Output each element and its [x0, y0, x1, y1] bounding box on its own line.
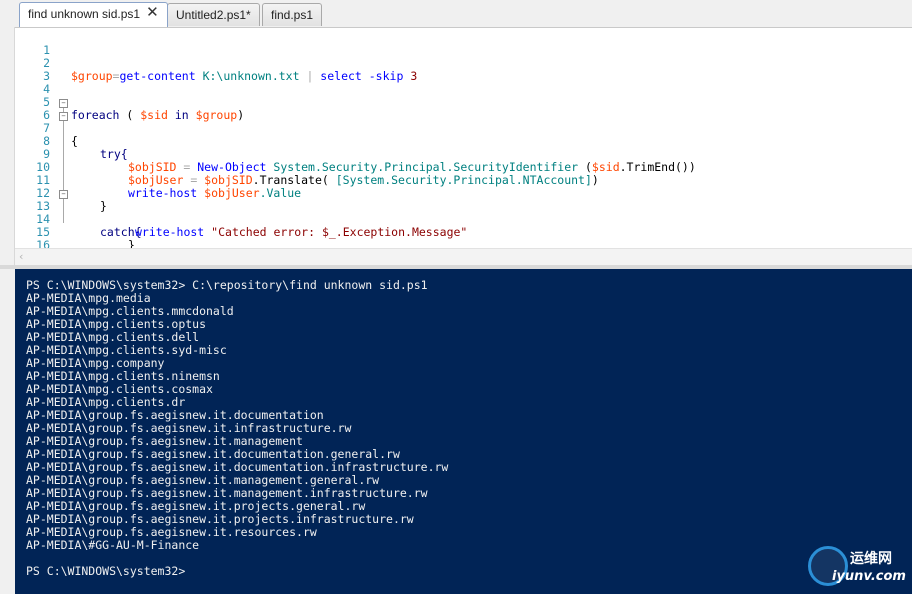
fold-guide — [63, 106, 64, 223]
code-line-17: 17 — [15, 239, 43, 248]
console-left-margin — [0, 269, 16, 594]
code-line-5: 5 foreach ( $sid in $group) — [15, 83, 244, 122]
tab-label: Untitled2.ps1* — [176, 8, 251, 22]
console-line: AP-MEDIA\#GG-AU-M-Finance — [26, 538, 200, 552]
code-line-12: 12 } — [15, 174, 107, 213]
code-line-8: 8 — [15, 122, 50, 148]
console-pane[interactable]: PS C:\WINDOWS\system32> C:\repository\fi… — [15, 269, 912, 594]
console-prompt[interactable]: PS C:\WINDOWS\system32> — [26, 565, 185, 578]
code-line-13: 13 − catch{ — [15, 187, 142, 239]
watermark-top-text: 运维网 — [850, 551, 892, 567]
collapse-icon[interactable]: − — [59, 112, 68, 121]
tab-find[interactable]: find.ps1 — [262, 3, 323, 26]
code-line-9: 9 $objSID = New-Object System.Security.P… — [15, 135, 696, 174]
code-text: $group=get-content K:\unknown.txt | sele… — [71, 69, 418, 83]
code-text: } — [100, 199, 107, 213]
code-line-15: 15 } — [15, 213, 135, 249]
tab-untitled2[interactable]: Untitled2.ps1* — [167, 3, 260, 26]
code-text: } — [128, 238, 135, 249]
close-icon[interactable]: ✕ — [146, 3, 159, 23]
tab-label: find.ps1 — [271, 8, 314, 22]
collapse-icon[interactable]: − — [59, 99, 68, 108]
scroll-left-icon[interactable]: ‹ — [19, 250, 23, 263]
code-line-14: 14 write-host "Catched error: $_.Excepti… — [15, 200, 467, 239]
code-line-16: 16 } — [15, 226, 50, 249]
code-line-11: 11 write-host $objUser.Value — [15, 161, 301, 200]
code-line-7: 7 − try{ — [15, 109, 128, 161]
tab-find-unknown-sid[interactable]: find unknown sid.ps1 ✕ — [19, 2, 168, 27]
code-text: { — [71, 134, 78, 148]
code-line-4: 4 — [15, 70, 50, 96]
script-editor[interactable]: 1 2 $group=get-content K:\unknown.txt | … — [15, 28, 912, 248]
tab-strip: find unknown sid.ps1 ✕ Untitled2.ps1* fin… — [0, 0, 912, 28]
code-text: foreach ( $sid in $group) — [71, 108, 245, 122]
watermark-bottom-text: iyunv.com — [832, 569, 906, 584]
code-line-10: 10 $objUser = $objSID.Translate( [System… — [15, 148, 599, 187]
code-text: write-host "Catched error: $_.Exception.… — [135, 225, 468, 239]
code-line-3: 3 — [15, 57, 50, 83]
code-text: try{ — [100, 147, 128, 161]
watermark-logo: 运维网 iyunv.com — [808, 544, 908, 590]
code-line-2: 2 $group=get-content K:\unknown.txt | se… — [15, 44, 417, 83]
code-line-6: 6 − { — [15, 96, 78, 148]
code-text: write-host $objUser.Value — [128, 186, 302, 200]
horizontal-scrollbar[interactable]: ‹ — [15, 248, 912, 266]
collapse-icon[interactable]: − — [59, 190, 68, 199]
code-line-1: 1 — [15, 31, 50, 57]
tab-label: find unknown sid.ps1 — [28, 7, 141, 21]
editor-left-margin — [0, 27, 15, 267]
